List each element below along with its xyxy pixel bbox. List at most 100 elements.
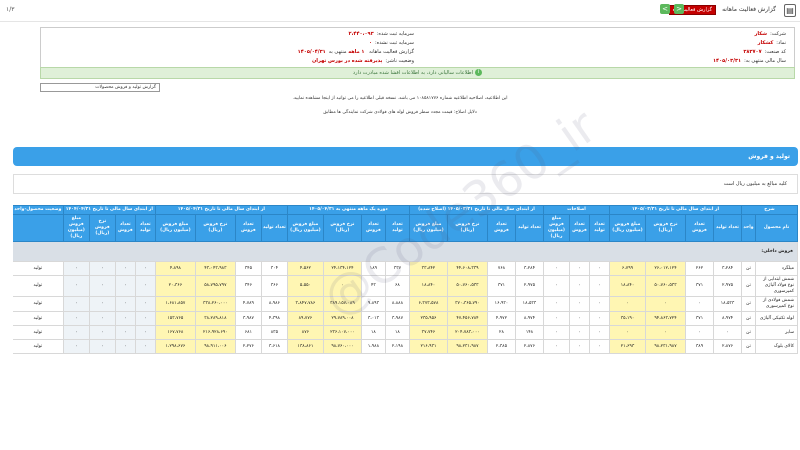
table-cell: ۰ (134, 339, 156, 354)
symbol-row: نماد:کشکار (757, 40, 786, 46)
table-cell: ۰ (88, 311, 116, 326)
table-cell: ۰ (62, 275, 90, 297)
table-cell: ۳،۲۸۴ (713, 261, 742, 276)
product-name-cell: کالای بلوک (755, 339, 798, 354)
table-cell: ۰ (114, 275, 136, 297)
table-cell: ۰ (134, 311, 156, 326)
report-icon[interactable]: ▤ (784, 4, 796, 17)
report-type-select[interactable]: گزارش تولید و فروش محصولات (40, 83, 160, 92)
table-cell: ۳۷۱ (486, 275, 516, 297)
product-name-cell: میلگرد (755, 261, 798, 276)
table-cell: ۰ (114, 311, 136, 326)
th-sub: مبلغ فروش (میلیون ریال) (608, 214, 647, 242)
table-cell: ۳۰۴ (260, 261, 288, 276)
table-cell: ۰ (542, 325, 570, 340)
table-cell: ۲۸ (486, 325, 516, 340)
table-cell: ۴،۳۹۸ (260, 311, 288, 326)
table-cell: ۹۸،۲۳۱،۹۸۷ (645, 339, 686, 354)
th-sub: تعداد فروش (234, 214, 262, 242)
table-cell: ۱۸۹ (360, 261, 386, 276)
product-name-cell: لوله تکنیکی آلیاژی (755, 311, 798, 326)
table-row: میلگرد تن ۳،۲۸۴ ۲۶۲ ۲۶،۰۱۲،۱۲۴ ۶،۷۹۹ ۰ ۰ ۰ ۳،۲۸۴ ۷… (13, 261, 798, 276)
table-cell: ۴۳،۰۴۳،۹۸۳ (194, 261, 236, 276)
table-cell: ۰ (542, 339, 570, 354)
table-cell: ۴۴،۶۰۸،۳۳۹ (446, 261, 488, 276)
amendment-reason: دلایل اصلاح: قیمت مجدد سطر فروش لوله های… (323, 110, 477, 115)
th-sub: مبلغ فروش (میلیون ریال) (408, 214, 448, 242)
table-cell: ۰ (588, 339, 610, 354)
table-cell: ۱۸،۵۳۳ (514, 296, 544, 312)
period-row: گزارش فعالیت ماهانه ۱ ماهه منتهی به۱۴۰۵/… (297, 49, 414, 55)
top-bar: ▤ گزارش فعالیت ماهانه گزارش فعالیت ماه >… (0, 0, 800, 22)
th-sub: تعداد تولید (713, 214, 742, 242)
table-cell: ۰ (568, 275, 590, 297)
table-cell: ۲۳۵،۹۵۶ (408, 311, 448, 326)
table-cell: ۲۶،۰۱۲،۱۲۴ (645, 261, 686, 276)
industry-code-row: کد صنعت:۳۸۳۷۰۷ (743, 49, 786, 55)
table-cell: ۹۴،۸۶۳،۷۲۴ (645, 311, 686, 326)
table-cell: ۴،۹۷۲ (486, 311, 516, 326)
table-cell: ۶،۷۹۹ (608, 261, 647, 276)
product-name-cell: سایر (755, 325, 798, 340)
page-number: ۱/۳ (6, 6, 15, 13)
table-cell: ۰ (588, 311, 610, 326)
table-cell: تن (741, 311, 756, 326)
table-header-sub: نام محصول واحد تعداد تولید تعداد فروش نرخ فر… (13, 214, 798, 242)
table-cell: ۰ (134, 325, 156, 340)
table-cell: ۵۰،۷۶۰،۵۳۳ (446, 275, 488, 297)
amendment-description: این اطلاعیه، اصلاحیه اطلاعیه شماره ۱۰۸۵۸… (292, 96, 508, 101)
table-cell: ۲،۱۹۸ (384, 339, 410, 354)
th-sub: نام محصول (755, 214, 798, 242)
table-cell: ۲،۳۸۵ (486, 339, 516, 354)
table-cell: ۳۶۶ (260, 275, 288, 297)
table-cell: ۵۰،۷۶۰،۵۳۳ (645, 275, 686, 297)
table-cell: ۰ (588, 296, 610, 312)
th-sub: نرخ فروش (ریال) (446, 214, 488, 242)
table-cell: ۰ (114, 296, 136, 312)
table-cell: ۰ (88, 339, 116, 354)
table-cell: ۳۸۹ (685, 339, 714, 354)
table-cell: ۱۴۸ (514, 325, 544, 340)
capital-row: سرمایه ثبت شده:۲،۴۴۰،۰۹۳ (348, 31, 414, 37)
table-cell: ۰ (542, 261, 570, 276)
table-cell: تولید (13, 325, 64, 340)
table-cell: تولید (13, 261, 64, 276)
table-cell: ۴۷،۴۵۶،۷۸۴ (446, 311, 488, 326)
table-cell: ۱،۲۹۸،۶۷۶ (154, 339, 196, 354)
table-cell: ۰ (134, 261, 156, 276)
table-cell: ۰ (62, 311, 90, 326)
table-cell: ۰ (588, 325, 610, 340)
notice-banner: iاطلاعات سالیانی دارد، به اطلاعات افشا ش… (40, 67, 795, 79)
table-cell: ۰ (542, 296, 570, 312)
table-cell: ۹۸،۲۳۱،۹۸۷ (446, 339, 488, 354)
table-cell: ۱۸،۸۴۰ (408, 275, 448, 297)
table-row: شمش فولادی از نوع کمپرسوری تن ۱۸،۵۳۳ ۰ ۰ ۰ ۰ ۰ ۰… (13, 296, 798, 312)
table-cell: ۰ (713, 325, 742, 340)
table-cell: ۹۸،۹۱۱،۰۰۶ (194, 339, 236, 354)
table-cell: ۴۳ (360, 275, 386, 297)
table-row: کالای بلوک تن ۲،۸۷۶ ۳۸۹ ۹۸،۲۳۱،۹۸۷ ۲۱،۶۹۳ ۰ ۰ ۰ ۲… (13, 339, 798, 354)
prev-button[interactable]: < (674, 4, 684, 14)
table-cell: ۴،۸۹۸ (154, 261, 196, 276)
table-cell: ۰ (568, 261, 590, 276)
table-cell: ۰ (322, 275, 362, 297)
table-cell: ۰ (645, 325, 686, 340)
table-cell: ۰ (114, 339, 136, 354)
th-sub: تعداد فروش (568, 214, 590, 242)
table-cell: ۳۷۱ (685, 275, 714, 297)
table-cell: ۱۸،۸۴۰ (608, 275, 647, 297)
table-cell: ۱۵۳،۷۶۵ (154, 311, 196, 326)
fiscal-year-row: سال مالی منتهی به:۱۴۰۵/۰۳/۳۱ (712, 58, 786, 64)
table-cell: ۰ (88, 275, 116, 297)
table-cell: ۲۶۲ (685, 261, 714, 276)
next-button[interactable]: > (660, 4, 670, 14)
table-cell: ۳۵،۱۹۰ (608, 311, 647, 326)
th-ytd-prev: از ابتدای سال مالی تا تاریخ ۱۴۰۵/۰۳/۳۱ (608, 205, 743, 215)
table-cell: ۱،۹۸۸ (360, 339, 386, 354)
table-cell: ۰ (88, 261, 116, 276)
table-cell: ۰ (685, 325, 714, 340)
table-cell: تولید (13, 339, 64, 354)
table-cell: ۲۹،۷۸۹،۰۰۸ (322, 311, 362, 326)
table-cell: ۸،۸۸۸ (384, 296, 410, 312)
table-cell: ۰ (568, 339, 590, 354)
